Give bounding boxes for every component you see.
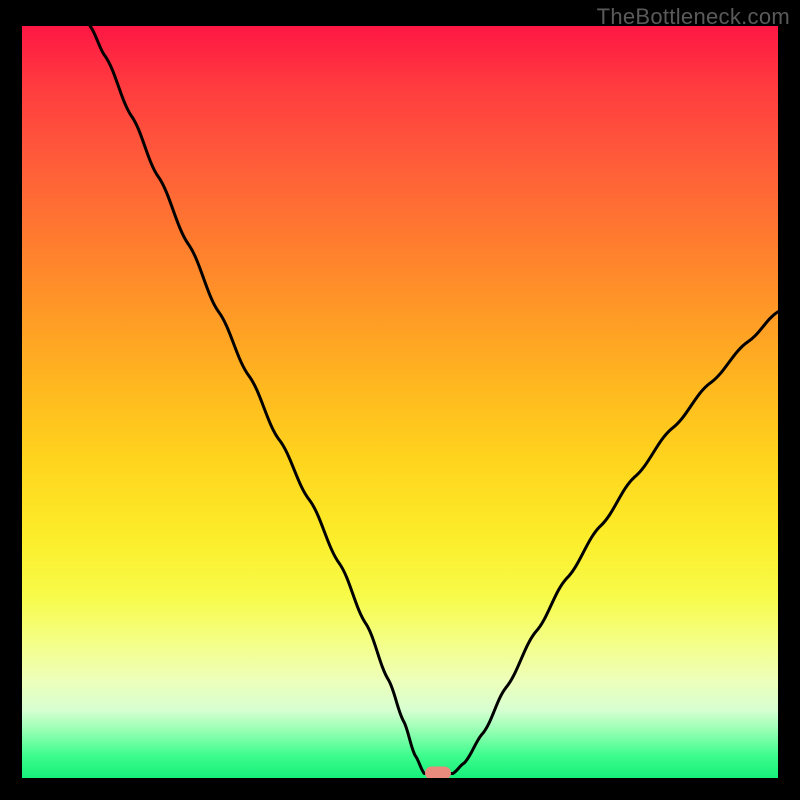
bottleneck-curve bbox=[22, 26, 778, 778]
plot-area bbox=[22, 26, 778, 778]
chart-frame: TheBottleneck.com bbox=[0, 0, 800, 800]
watermark-text: TheBottleneck.com bbox=[597, 4, 790, 30]
optimal-marker bbox=[425, 767, 451, 778]
